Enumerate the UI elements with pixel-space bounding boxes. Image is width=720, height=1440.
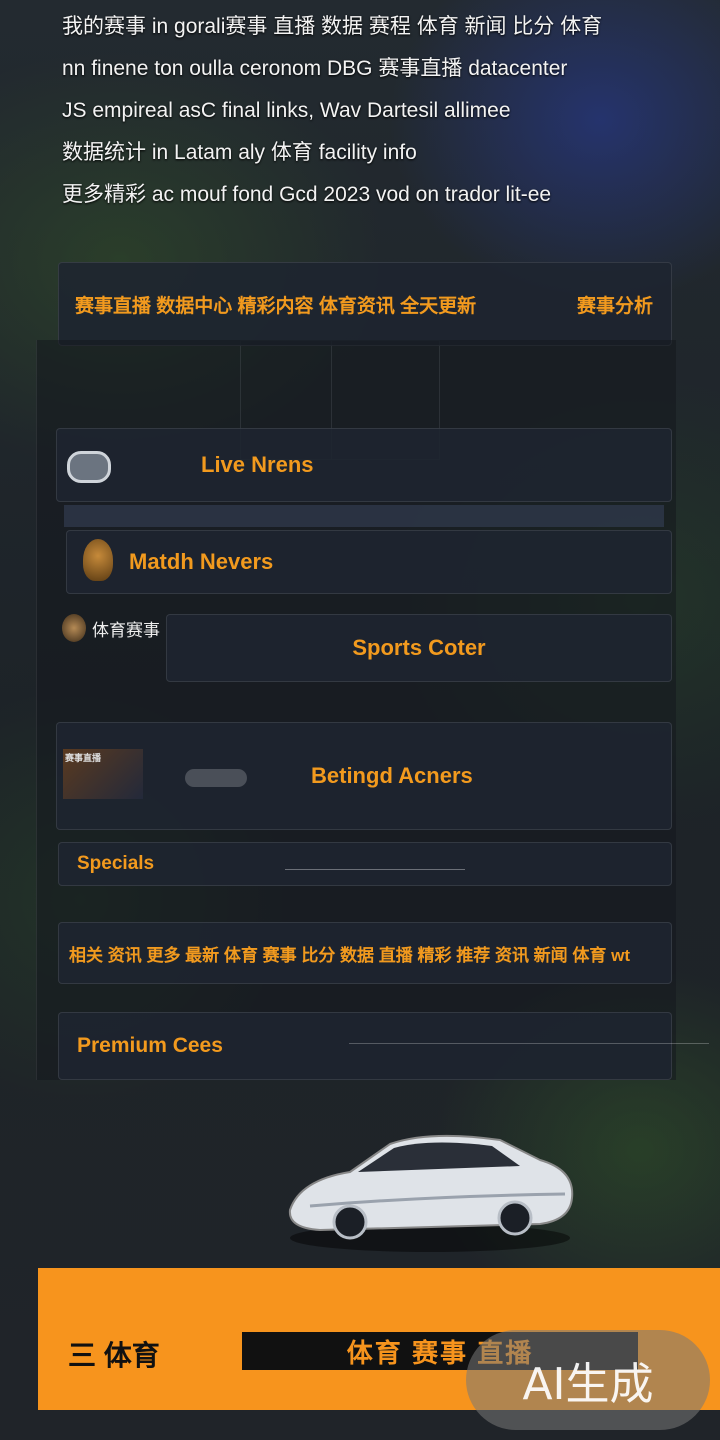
- match-news-label: Matdh Nevers: [129, 549, 274, 574]
- toggle-pill-icon: [185, 769, 247, 787]
- premium-underline: [349, 1043, 709, 1044]
- specials-underline: [285, 869, 465, 870]
- sports-side-label: 体育赛事: [62, 614, 160, 642]
- intro-text: 我的赛事 in gorali赛事 直播 数据 赛程 体育 新闻 比分 体育 nn…: [62, 6, 672, 216]
- top-banner-side: 赛事分析: [576, 295, 653, 317]
- notice-banner[interactable]: 相关 资讯 更多 最新 体育 赛事 比分 数据 直播 精彩 推荐 资讯 新闻 体…: [58, 922, 672, 984]
- menu-item-match-news[interactable]: Matdh Nevers: [66, 530, 672, 594]
- menu-item-live-news[interactable]: Live Nrens: [56, 428, 672, 502]
- top-banner[interactable]: 赛事直播 数据中心 精彩内容 体育资讯 全天更新 赛事分析: [58, 262, 672, 346]
- menu-item-specials[interactable]: Specials: [58, 842, 672, 886]
- betting-thumbnail-caption: 赛事直播: [65, 753, 102, 763]
- sports-center-label: Sports Coter: [352, 635, 486, 660]
- betting-thumbnail: 赛事直播: [63, 749, 143, 799]
- intro-line-1: 我的赛事 in gorali赛事 直播 数据 赛程 体育 新闻 比分 体育: [62, 15, 603, 38]
- menu-item-sports-center[interactable]: Sports Coter: [166, 614, 672, 682]
- betting-label: Betingd Acners: [311, 763, 473, 788]
- specials-label: Specials: [77, 853, 155, 874]
- ai-generated-watermark: AI生成: [466, 1330, 710, 1430]
- pinecone-icon: [83, 539, 113, 581]
- cta-prefix: 三 体育: [68, 1340, 160, 1371]
- menu-item-betting[interactable]: 赛事直播 Betingd Acners: [56, 722, 672, 830]
- menu-item-premium[interactable]: Premium Cees: [58, 1012, 709, 1080]
- premium-label: Premium Cees: [77, 1034, 223, 1057]
- notice-text: 相关 资讯 更多 最新 体育 赛事 比分 数据 直播 精彩 推荐 资讯 新闻 体…: [69, 945, 631, 965]
- live-news-label: Live Nrens: [201, 452, 314, 477]
- live-news-sub-strip: [64, 505, 664, 527]
- intro-line-5: 更多精彩 ac mouf fond Gcd 2023 vod on trador…: [62, 183, 552, 206]
- intro-line-3: JS empireal asC final links, Wav Dartesi…: [62, 99, 511, 122]
- car-image: [288, 1134, 574, 1252]
- intro-line-2: nn finene ton oulla ceronom DBG 赛事直播 dat…: [62, 57, 568, 80]
- player-icon: [62, 614, 86, 642]
- intro-line-4: 数据统计 in Latam aly 体育 facility info: [62, 141, 417, 164]
- top-banner-text: 赛事直播 数据中心 精彩内容 体育资讯 全天更新: [75, 295, 477, 317]
- camera-icon: [67, 451, 111, 483]
